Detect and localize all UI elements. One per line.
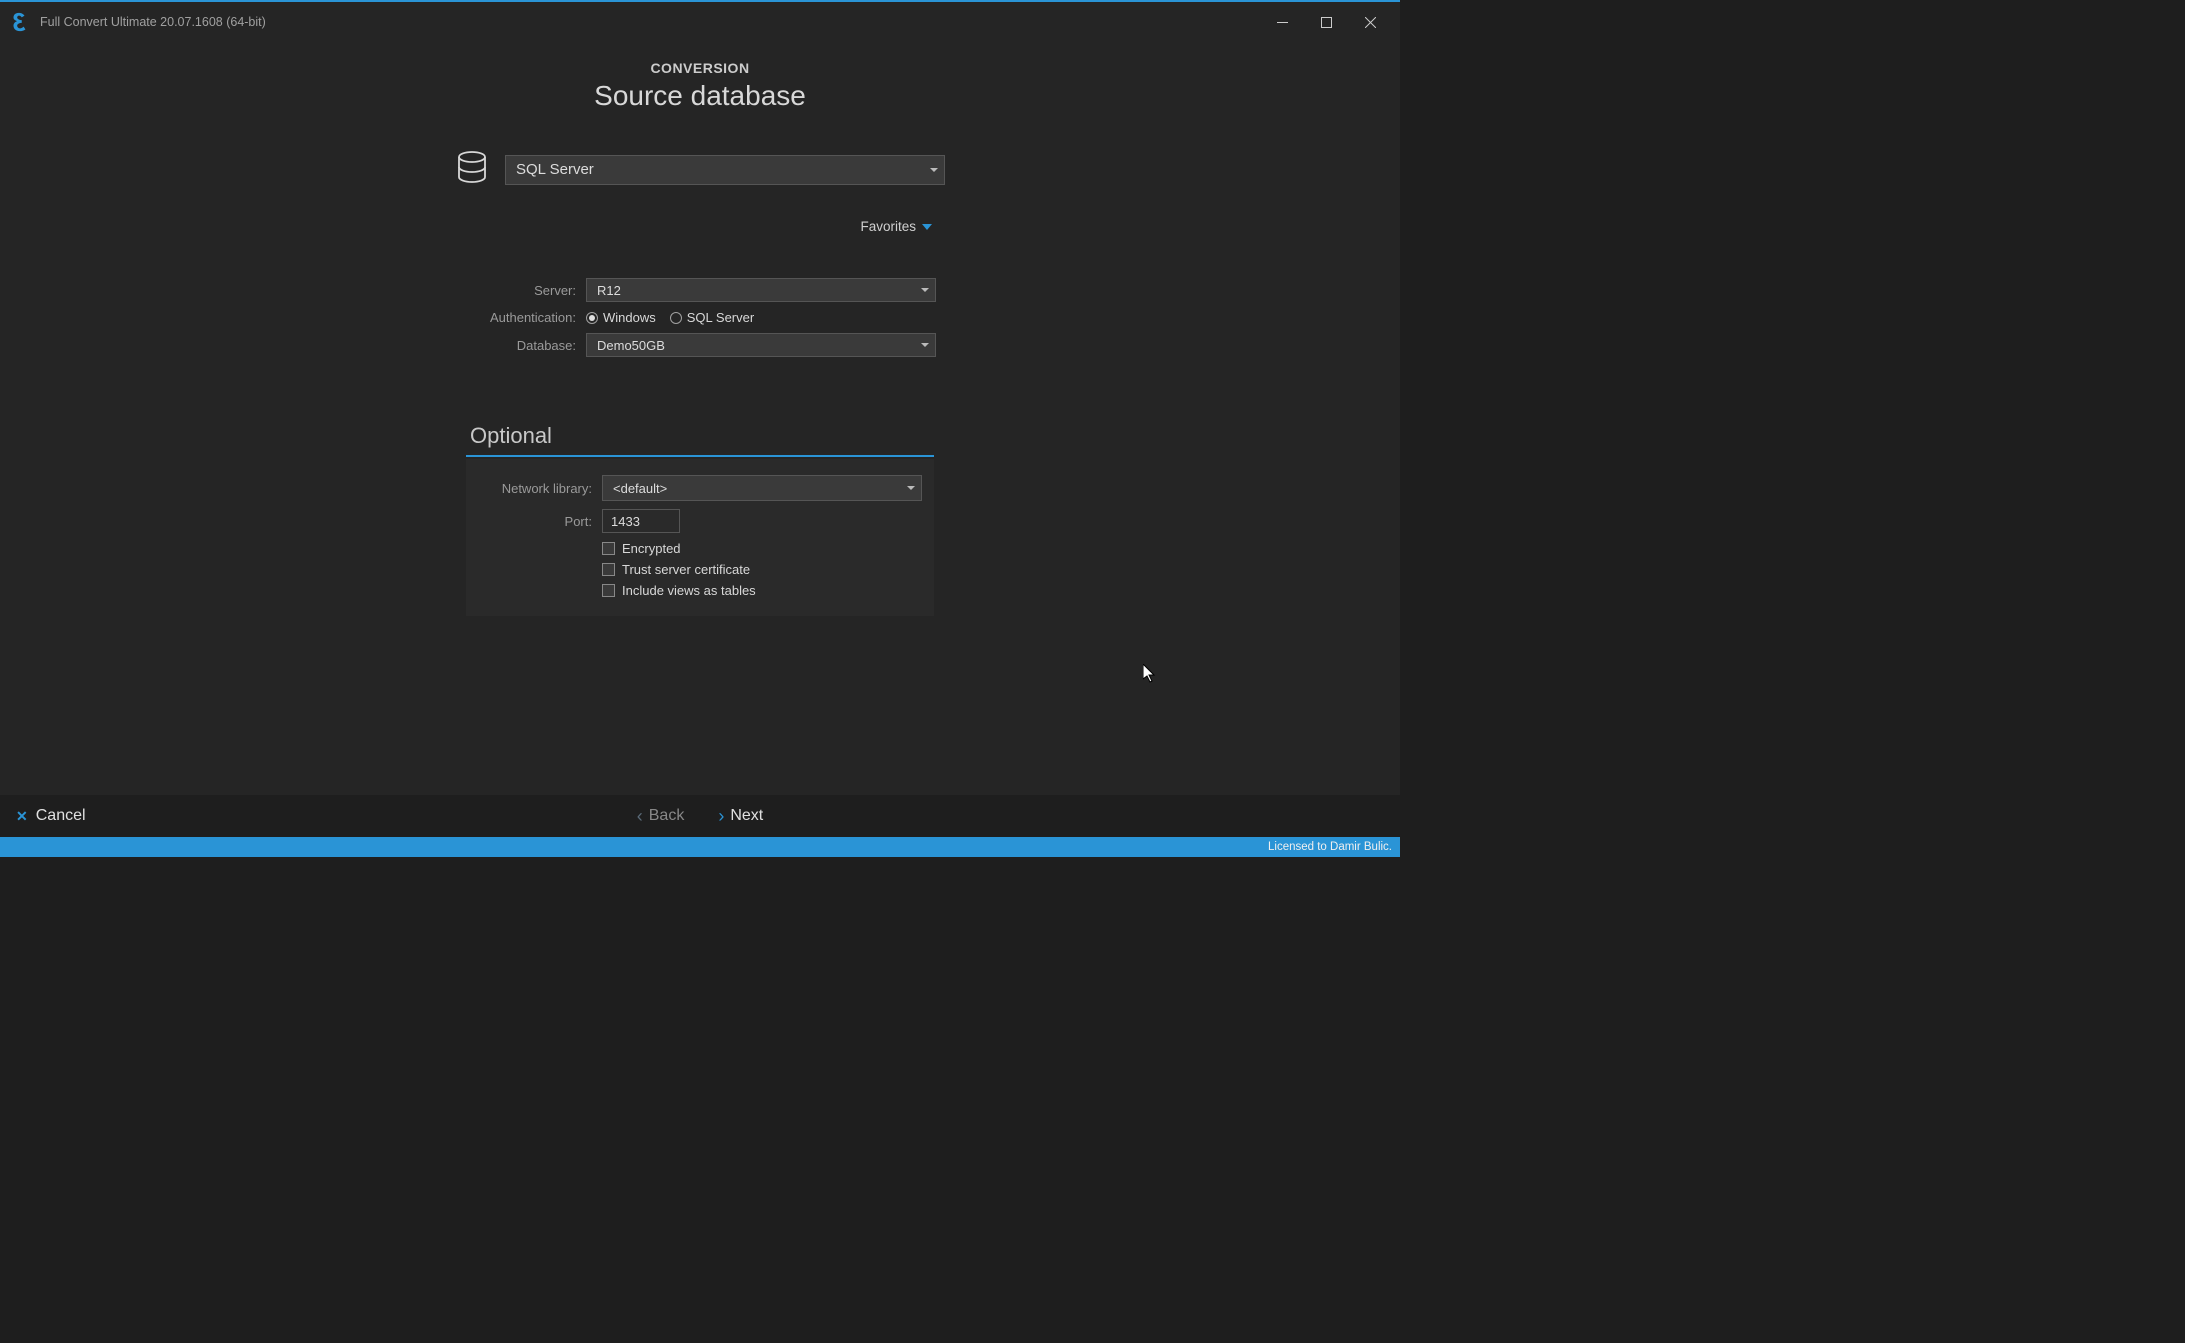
next-label: Next xyxy=(730,807,763,825)
footer: ✕ Cancel ‹ Back › Next xyxy=(0,795,1400,837)
auth-label: Authentication: xyxy=(460,310,586,325)
radio-icon xyxy=(586,312,598,324)
app-logo-icon xyxy=(8,11,30,33)
close-icon: ✕ xyxy=(16,808,28,825)
chevron-right-icon: › xyxy=(718,806,724,827)
auth-radio-group: Windows SQL Server xyxy=(586,310,754,325)
page-title: Source database xyxy=(594,80,806,112)
database-type-row: SQL Server xyxy=(455,150,945,189)
close-button[interactable] xyxy=(1348,7,1392,37)
auth-sqlserver-label: SQL Server xyxy=(687,310,754,325)
database-value: Demo50GB xyxy=(597,338,665,353)
statusbar: Licensed to Damir Bulic. xyxy=(0,837,1400,857)
auth-windows-radio[interactable]: Windows xyxy=(586,310,656,325)
auth-sqlserver-radio[interactable]: SQL Server xyxy=(670,310,754,325)
window-title: Full Convert Ultimate 20.07.1608 (64-bit… xyxy=(40,15,266,29)
server-select[interactable]: R12 xyxy=(586,278,936,302)
checkbox-icon xyxy=(602,542,615,555)
checkbox-icon xyxy=(602,563,615,576)
minimize-button[interactable] xyxy=(1260,7,1304,37)
chevron-down-icon xyxy=(907,486,915,490)
cancel-button[interactable]: ✕ Cancel xyxy=(16,807,86,825)
optional-title: Optional xyxy=(466,423,934,455)
database-label: Database: xyxy=(460,338,586,353)
next-button[interactable]: › Next xyxy=(718,806,763,827)
optional-section: Optional Network library: <default> Port… xyxy=(466,423,934,616)
encrypted-checkbox[interactable]: Encrypted xyxy=(602,541,926,556)
favorites-label: Favorites xyxy=(860,219,916,234)
cancel-label: Cancel xyxy=(36,807,86,825)
port-label: Port: xyxy=(466,514,602,529)
database-type-value: SQL Server xyxy=(516,161,594,178)
auth-windows-label: Windows xyxy=(603,310,656,325)
window-controls xyxy=(1260,7,1392,37)
netlib-value: <default> xyxy=(613,481,667,496)
chevron-down-icon xyxy=(930,168,938,172)
netlib-label: Network library: xyxy=(466,481,602,496)
back-label: Back xyxy=(649,807,685,825)
chevron-down-icon xyxy=(922,224,932,230)
server-value: R12 xyxy=(597,283,621,298)
divider xyxy=(466,455,934,457)
step-label: CONVERSION xyxy=(650,60,749,76)
database-select[interactable]: Demo50GB xyxy=(586,333,936,357)
netlib-select[interactable]: <default> xyxy=(602,475,922,501)
license-text: Licensed to Damir Bulic. xyxy=(1268,841,1392,853)
checkbox-icon xyxy=(602,584,615,597)
favorites-dropdown[interactable]: Favorites xyxy=(860,219,932,234)
database-type-select[interactable]: SQL Server xyxy=(505,155,945,185)
encrypted-label: Encrypted xyxy=(622,541,681,556)
chevron-down-icon xyxy=(921,288,929,292)
app-window: Full Convert Ultimate 20.07.1608 (64-bit… xyxy=(0,0,1400,857)
chevron-down-icon xyxy=(921,343,929,347)
include-views-checkbox[interactable]: Include views as tables xyxy=(602,583,926,598)
back-button[interactable]: ‹ Back xyxy=(637,806,685,827)
content: CONVERSION Source database SQL Server Fa… xyxy=(0,42,1400,795)
radio-icon xyxy=(670,312,682,324)
database-icon xyxy=(455,150,489,189)
chevron-left-icon: ‹ xyxy=(637,806,643,827)
titlebar: Full Convert Ultimate 20.07.1608 (64-bit… xyxy=(0,2,1400,42)
include-views-label: Include views as tables xyxy=(622,583,756,598)
port-input[interactable] xyxy=(602,509,680,533)
server-label: Server: xyxy=(460,283,586,298)
trust-cert-label: Trust server certificate xyxy=(622,562,750,577)
maximize-button[interactable] xyxy=(1304,7,1348,37)
trust-cert-checkbox[interactable]: Trust server certificate xyxy=(602,562,926,577)
connection-form: Server: R12 Authentication: Windows SQL … xyxy=(460,278,940,365)
